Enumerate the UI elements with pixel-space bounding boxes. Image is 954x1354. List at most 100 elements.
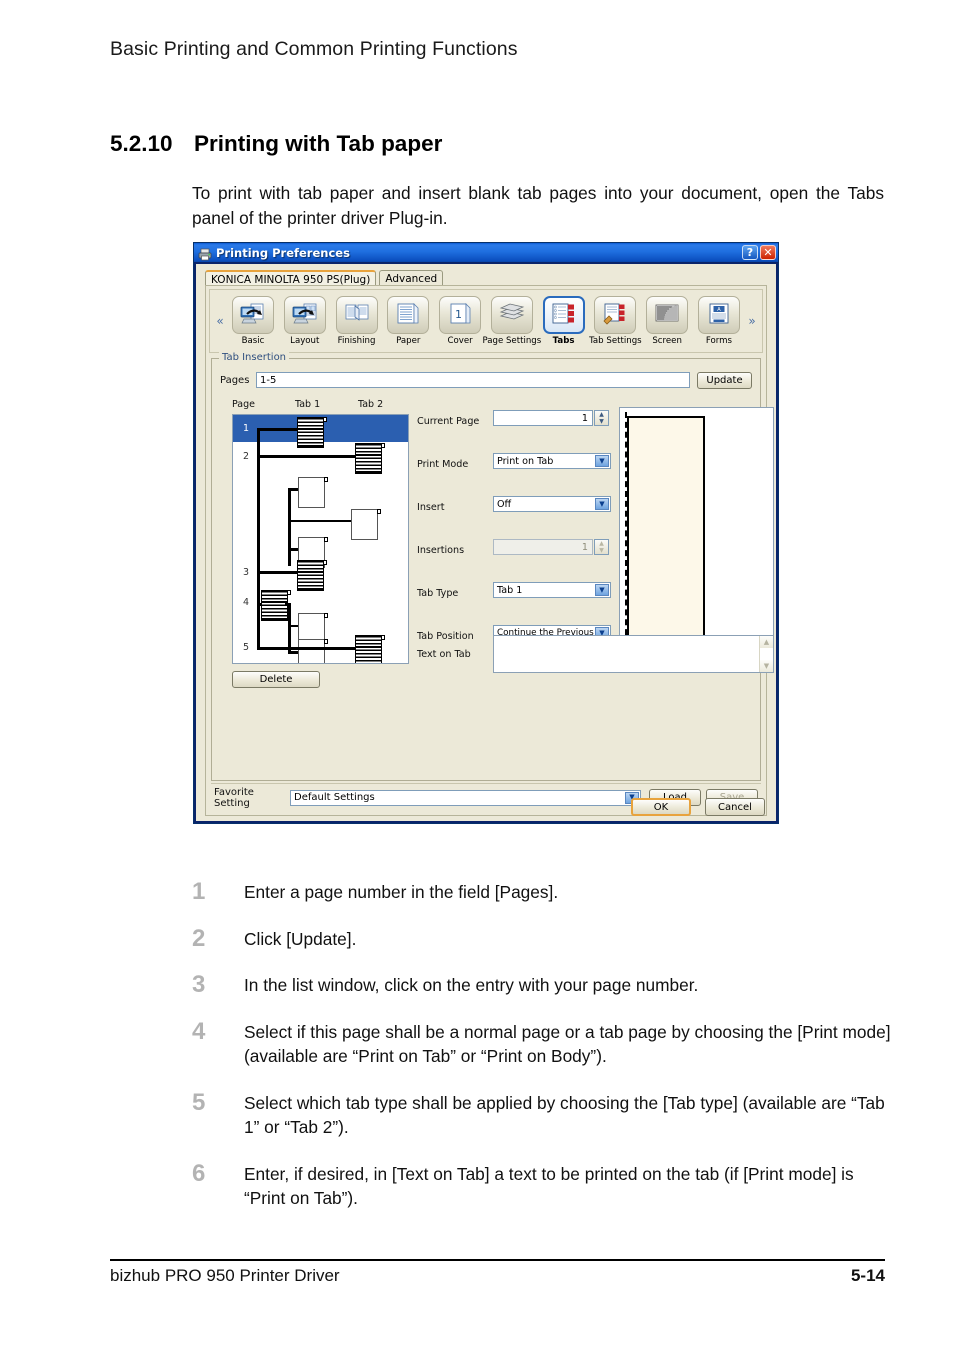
control-label: Tab Position bbox=[417, 631, 474, 642]
step-number: 1 bbox=[192, 878, 206, 905]
insert-select[interactable]: Off ▼ bbox=[493, 496, 611, 512]
favorite-setting-value: Default Settings bbox=[294, 792, 375, 803]
chevron-down-icon[interactable]: ▼ bbox=[595, 498, 609, 510]
scroll-down-icon[interactable]: ▼ bbox=[760, 660, 773, 672]
control-current-page: Current Page 1 ▲ ▼ bbox=[417, 407, 613, 450]
tab-type-select[interactable]: Tab 1 ▼ bbox=[493, 582, 611, 598]
toolbar-next-icon[interactable]: » bbox=[746, 314, 758, 328]
step-text: Select which tab type shall be applied b… bbox=[244, 1092, 885, 1138]
list-item: 4 Select if this page shall be a normal … bbox=[192, 1017, 892, 1069]
toolbar-label: Tab Settings bbox=[589, 336, 642, 346]
tab-preview bbox=[619, 407, 774, 650]
pages-label: Pages bbox=[220, 374, 250, 386]
tree-doc-page4 bbox=[261, 590, 291, 621]
text-on-tab-scrollbar[interactable]: ▲ ▼ bbox=[759, 636, 773, 672]
toolbar-label: Screen bbox=[652, 336, 682, 346]
col-tab1-label: Tab 1 bbox=[295, 399, 321, 410]
toolbar-item-finishing[interactable]: Finishing bbox=[332, 296, 382, 346]
list-row-number: 3 bbox=[243, 567, 250, 578]
tree-subtrunk bbox=[288, 488, 291, 566]
favorite-setting-label: Favorite Setting bbox=[214, 786, 254, 809]
dialog-body: KONICA MINOLTA 950 PS(Plug) Advanced « B… bbox=[196, 264, 776, 821]
current-page-input[interactable]: 1 bbox=[493, 410, 593, 426]
toolbar-prev-icon[interactable]: « bbox=[214, 314, 226, 328]
tree-doc-blank bbox=[298, 639, 328, 663]
step-number: 3 bbox=[192, 971, 206, 998]
toolbar-item-layout[interactable]: Layout bbox=[280, 296, 330, 346]
favorite-setting-select[interactable]: Default Settings ▼ bbox=[290, 789, 641, 806]
toolbar-label: Cover bbox=[447, 336, 473, 346]
tree-subtrunk bbox=[288, 603, 291, 653]
current-page-stepper[interactable]: ▲ ▼ bbox=[594, 410, 609, 426]
spin-up-icon: ▲ bbox=[599, 539, 604, 547]
toolbar-item-forms[interactable]: A Forms bbox=[694, 296, 744, 346]
cancel-button[interactable]: Cancel bbox=[705, 798, 765, 816]
update-button[interactable]: Update bbox=[697, 371, 752, 389]
control-tab-type: Tab Type Tab 1 ▼ bbox=[417, 579, 613, 622]
step-number: 4 bbox=[192, 1017, 206, 1045]
section-number: 5.2.10 bbox=[110, 131, 173, 156]
tree-doc-blank bbox=[351, 509, 381, 540]
close-icon[interactable]: ✕ bbox=[760, 245, 776, 260]
help-button[interactable]: ? bbox=[742, 245, 758, 260]
tree-branch bbox=[257, 455, 357, 458]
toolbar-label: Finishing bbox=[337, 336, 376, 346]
spin-down-icon[interactable]: ▼ bbox=[599, 418, 604, 425]
text-on-tab-label: Text on Tab bbox=[417, 649, 471, 660]
tab-controls: Current Page 1 ▲ ▼ Print Mode Print on Ta… bbox=[417, 407, 613, 665]
chevron-down-icon[interactable]: ▼ bbox=[595, 455, 609, 467]
list-header: Page Tab 1 Tab 2 bbox=[232, 399, 409, 412]
ok-button[interactable]: OK bbox=[631, 798, 691, 816]
toolbar-item-page-settings[interactable]: Page Settings bbox=[482, 296, 541, 346]
chevron-down-icon[interactable]: ▼ bbox=[595, 584, 609, 596]
cover-icon: 1 bbox=[439, 296, 482, 334]
layout-icon bbox=[283, 296, 326, 334]
text-on-tab-input[interactable]: ▲ ▼ bbox=[493, 635, 774, 673]
toolbar-item-paper[interactable]: Paper bbox=[383, 296, 433, 346]
pages-input[interactable]: 1-5 bbox=[256, 372, 690, 388]
list-item: 1 Enter a page number in the field [Page… bbox=[192, 880, 892, 905]
intro-paragraph: To print with tab paper and insert blank… bbox=[192, 183, 884, 228]
dialog-title: Printing Preferences bbox=[216, 245, 350, 260]
toolbar-label: Forms bbox=[705, 336, 732, 346]
paper-icon bbox=[387, 296, 430, 334]
list-row-number: 2 bbox=[243, 451, 250, 462]
toolbar-item-screen[interactable]: Screen bbox=[642, 296, 692, 346]
toolbar-item-tabs[interactable]: Tabs bbox=[539, 296, 589, 346]
page-list-window[interactable]: 1 2 3 4 5 bbox=[232, 414, 409, 664]
tab-konica-minolta-950-ps[interactable]: KONICA MINOLTA 950 PS(Plug) bbox=[205, 270, 377, 286]
step-text: Enter a page number in the field [Pages]… bbox=[244, 882, 559, 902]
list-row-number: 4 bbox=[243, 597, 250, 608]
tab-advanced[interactable]: Advanced bbox=[379, 270, 444, 286]
spin-up-icon[interactable]: ▲ bbox=[599, 411, 604, 418]
insert-value: Off bbox=[497, 498, 512, 510]
list-item: 2 Click [Update]. bbox=[192, 926, 892, 952]
toolbar-label: Page Settings bbox=[482, 336, 542, 346]
svg-text:A: A bbox=[717, 307, 721, 313]
toolbar-item-cover[interactable]: 1 Cover bbox=[435, 296, 485, 346]
preview-page bbox=[627, 416, 705, 641]
toolbar-item-basic[interactable]: Basic bbox=[228, 296, 278, 346]
insertions-stepper: ▲ ▼ bbox=[594, 539, 609, 555]
list-item: 5 Select which tab type shall be applied… bbox=[192, 1090, 892, 1140]
tabstrip: KONICA MINOLTA 950 PS(Plug) Advanced bbox=[205, 269, 767, 286]
toolbar-item-tab-settings[interactable]: Tab Settings bbox=[589, 296, 642, 346]
toolbar-label: Tabs bbox=[552, 336, 575, 346]
group-label: Tab Insertion bbox=[219, 352, 290, 363]
scroll-up-icon[interactable]: ▲ bbox=[760, 636, 773, 648]
dialog-titlebar: Printing Preferences ? ✕ bbox=[194, 243, 778, 262]
dialog-action-buttons: OK Cancel bbox=[631, 798, 765, 816]
control-label: Insertions bbox=[417, 545, 465, 556]
step-text: Click [Update]. bbox=[244, 928, 357, 949]
tree-branch bbox=[288, 520, 352, 522]
toolbar-label: Paper bbox=[396, 336, 421, 346]
printing-preferences-dialog: Printing Preferences ? ✕ KONICA MINOLTA … bbox=[193, 242, 779, 824]
printer-icon bbox=[198, 246, 212, 261]
list-item: 6 Enter, if desired, in [Text on Tab] a … bbox=[192, 1161, 892, 1211]
section-title: Printing with Tab paper bbox=[194, 131, 443, 156]
step-text: Select if this page shall be a normal pa… bbox=[244, 1021, 891, 1067]
print-mode-select[interactable]: Print on Tab ▼ bbox=[493, 453, 611, 469]
delete-button[interactable]: Delete bbox=[232, 671, 320, 688]
control-insert: Insert Off ▼ bbox=[417, 493, 613, 536]
insertions-input: 1 bbox=[493, 539, 593, 555]
